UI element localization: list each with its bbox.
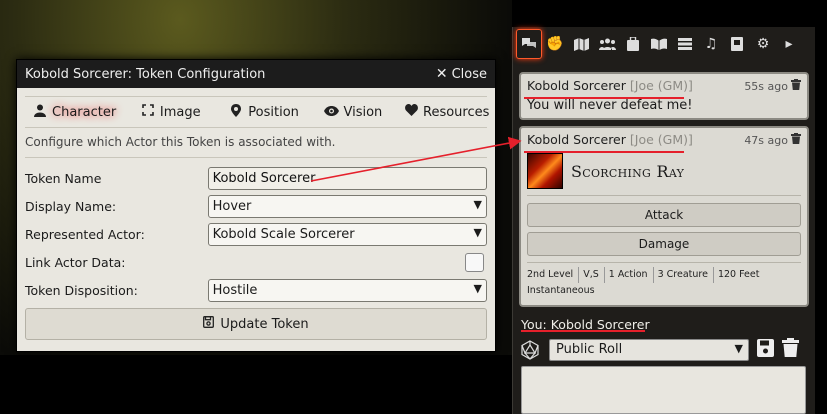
expand-icon (141, 104, 155, 120)
disposition-select[interactable]: Hostile ▼ (207, 278, 487, 302)
trash-icon[interactable] (791, 133, 801, 147)
token-config-dialog: Kobold Sorcerer: Token Configuration ✕ C… (16, 59, 496, 352)
chat-icon[interactable] (516, 29, 542, 59)
roll-mode-value: Public Roll (556, 342, 623, 357)
disposition-label: Token Disposition: (25, 282, 138, 298)
config-hint: Configure which Actor this Token is asso… (25, 128, 487, 158)
annotation-underline (524, 97, 684, 99)
sidebar: ✊ ♫ ⚙ ▸ Kobold Sorcerer [Joe (GM)] 55s a… (512, 27, 815, 414)
display-name-label: Display Name: (25, 198, 117, 214)
message-timestamp: 47s ago (744, 134, 788, 147)
spell-property: 3 Creature (654, 267, 714, 283)
disposition-value: Hostile (212, 282, 258, 298)
dropdown-arrow-icon: ▼ (473, 281, 482, 295)
token-name-row: Token Name (25, 164, 487, 192)
spell-property: 120 Feet (717, 269, 760, 280)
tab-resources[interactable]: Resources (397, 99, 490, 125)
update-token-button[interactable]: Update Token (25, 308, 487, 340)
disposition-row: Token Disposition: Hostile ▼ (25, 276, 487, 304)
display-name-value: Hover (212, 198, 252, 214)
display-name-row: Display Name: Hover ▼ (25, 192, 487, 220)
background-bottom (0, 355, 512, 414)
message-text: You will never defeat me! (527, 98, 693, 113)
message-header: Kobold Sorcerer [Joe (GM)] 55s ago (527, 78, 801, 93)
chat-message-input[interactable] (521, 366, 806, 414)
tab-label: Position (248, 104, 299, 120)
close-label: Close (451, 66, 487, 82)
spell-name: Scorching Ray (571, 161, 685, 181)
item-card-header: Scorching Ray (527, 153, 801, 196)
represented-actor-select[interactable]: Kobold Scale Sorcerer ▼ (207, 222, 487, 246)
tab-label: Vision (343, 104, 383, 120)
annotation-underline (524, 151, 684, 153)
trash-icon[interactable] (782, 338, 799, 362)
d20-icon[interactable] (519, 339, 541, 361)
roll-mode-select[interactable]: Public Roll ▼ (549, 339, 749, 361)
chat-message: Kobold Sorcerer [Joe (GM)] 47s ago Scorc… (519, 126, 809, 307)
dropdown-arrow-icon: ▼ (473, 197, 482, 211)
display-name-select[interactable]: Hover ▼ (207, 194, 487, 218)
book-open-icon[interactable] (646, 29, 672, 59)
spell-property: 2nd Level (527, 267, 580, 283)
config-tabs: Character Image Position Vision Resource… (25, 96, 490, 128)
chat-message: Kobold Sorcerer [Joe (GM)] 55s ago You w… (519, 72, 809, 120)
message-header: Kobold Sorcerer [Joe (GM)] 47s ago (527, 132, 801, 147)
user-icon (33, 104, 47, 121)
map-icon[interactable] (568, 29, 594, 59)
music-icon[interactable]: ♫ (698, 29, 724, 59)
roll-controls: Public Roll ▼ (519, 337, 809, 363)
cogs-icon[interactable]: ⚙ (750, 29, 776, 59)
represented-actor-value: Kobold Scale Sorcerer (212, 226, 355, 242)
list-icon[interactable] (672, 29, 698, 59)
map-marker-icon (229, 103, 243, 121)
close-icon: ✕ (435, 66, 448, 82)
fist-icon[interactable]: ✊ (542, 29, 568, 59)
suitcase-icon[interactable] (620, 29, 646, 59)
message-speaker: Kobold Sorcerer (527, 78, 626, 93)
link-actor-label: Link Actor Data: (25, 254, 126, 270)
spell-property: V,S (579, 267, 605, 283)
attack-button[interactable]: Attack (527, 203, 801, 227)
tab-label: Character (52, 104, 117, 120)
represented-actor-label: Represented Actor: (25, 226, 145, 242)
message-timestamp: 55s ago (744, 80, 788, 93)
link-actor-checkbox[interactable] (465, 252, 484, 272)
tab-label: Resources (423, 104, 490, 120)
spell-property: 1 Action (605, 267, 654, 283)
spell-image (527, 153, 563, 189)
users-icon[interactable] (594, 29, 620, 59)
message-speaker: Kobold Sorcerer (527, 132, 626, 147)
dropdown-arrow-icon: ▼ (734, 342, 743, 355)
message-user: [Joe (GM)] (629, 78, 693, 93)
spell-properties: 2nd Level V,S 1 Action 3 Creature 120 Fe… (527, 262, 801, 299)
message-user: [Joe (GM)] (629, 132, 693, 147)
heart-icon (405, 104, 418, 120)
damage-button[interactable]: Damage (527, 232, 801, 256)
chevron-right-icon[interactable]: ▸ (776, 29, 802, 59)
eye-icon (324, 105, 340, 120)
tab-character[interactable]: Character (25, 99, 133, 125)
close-button[interactable]: ✕ Close (436, 66, 487, 82)
sidebar-tabs: ✊ ♫ ⚙ ▸ (513, 27, 815, 61)
tab-image[interactable]: Image (133, 99, 221, 125)
tab-vision[interactable]: Vision (316, 99, 397, 125)
journal-icon[interactable] (724, 29, 750, 59)
link-actor-row: Link Actor Data: (25, 248, 487, 276)
save-icon[interactable] (757, 338, 774, 362)
represented-actor-row: Represented Actor: Kobold Scale Sorcerer… (25, 220, 487, 248)
dialog-header: Kobold Sorcerer: Token Configuration ✕ C… (17, 60, 495, 88)
spell-property: Instantaneous (527, 285, 595, 296)
tab-position[interactable]: Position (221, 99, 316, 125)
token-name-label: Token Name (25, 170, 102, 186)
token-name-input[interactable] (207, 166, 487, 190)
trash-icon[interactable] (791, 79, 801, 93)
tab-label: Image (159, 104, 201, 120)
dialog-title: Kobold Sorcerer: Token Configuration (25, 66, 266, 82)
annotation-underline (521, 330, 645, 332)
save-icon (203, 316, 215, 332)
dropdown-arrow-icon: ▼ (473, 225, 482, 239)
update-token-label: Update Token (220, 316, 309, 332)
